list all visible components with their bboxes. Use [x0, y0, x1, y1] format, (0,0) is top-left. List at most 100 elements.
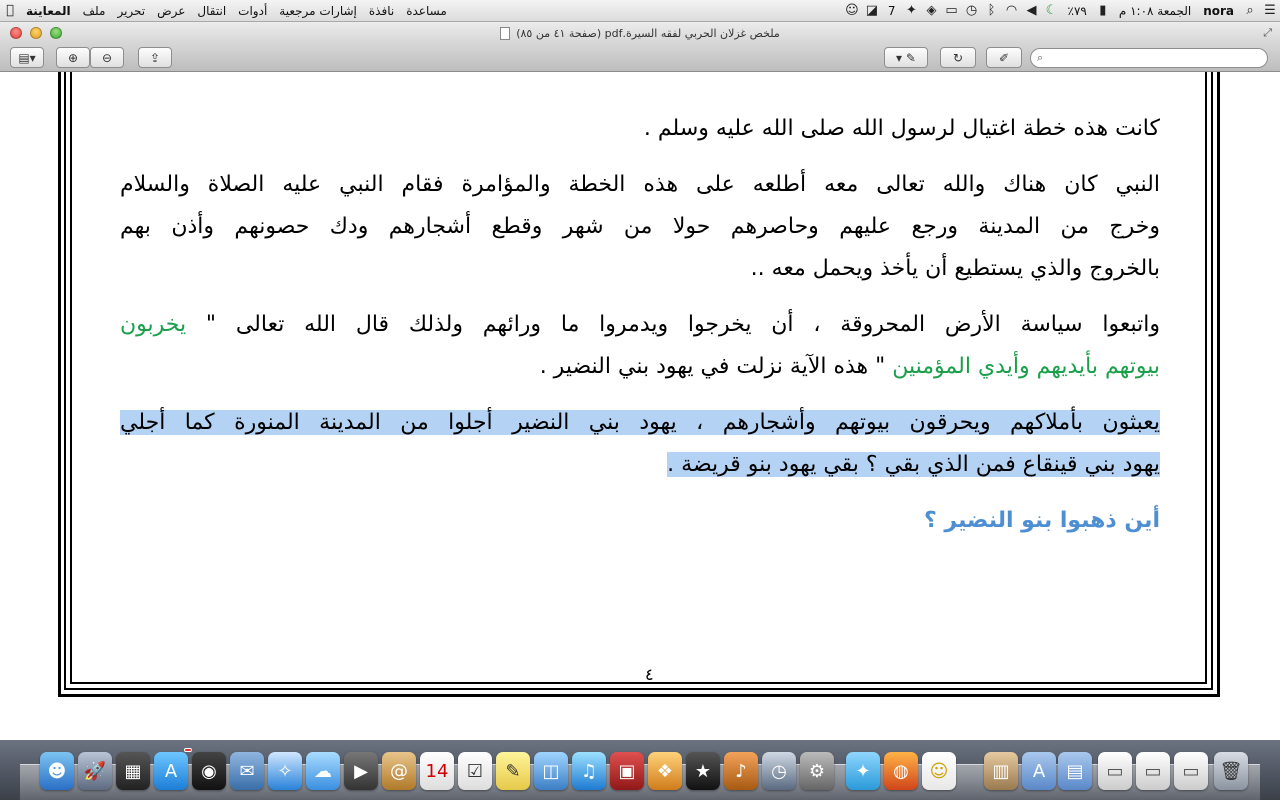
finder-icon[interactable]: ☻: [40, 752, 74, 790]
status-badge-count[interactable]: 7: [882, 4, 902, 18]
calendar-icon[interactable]: 14: [420, 752, 454, 790]
menu-app-name[interactable]: المعاينة: [20, 4, 77, 18]
twitter-status-icon[interactable]: ✦: [901, 0, 921, 22]
text-line: النبي كان هناك والله تعالى معه أطلعه على…: [120, 172, 1160, 197]
close-window-button[interactable]: [10, 27, 22, 39]
text-line-selected: يعبثون بأملاكهم ويحرقون بيوتهم وأشجارهم …: [120, 402, 1160, 444]
photo-booth-icon[interactable]: ▣: [610, 752, 644, 790]
system-preferences-icon[interactable]: ⚙: [800, 752, 834, 790]
frame-bottom-mid: [64, 688, 1213, 690]
moon-status-icon[interactable]: ☾: [1041, 0, 1061, 22]
smiley-status-icon[interactable]: ☺: [842, 0, 862, 22]
app-store-icon[interactable]: A: [154, 748, 192, 790]
notification-center-icon[interactable]: ☰: [1260, 0, 1280, 22]
trash-icon[interactable]: 🗑: [1214, 752, 1248, 790]
dashboard-icon[interactable]: ▦: [116, 752, 150, 790]
edit-toolbar-icon: ✐: [998, 50, 1010, 65]
rotate-icon: ↻: [952, 50, 964, 65]
frame-bottom-outer: [58, 694, 1220, 697]
apple-menu-icon[interactable]: : [0, 0, 20, 22]
contacts-icon[interactable]: @: [382, 752, 416, 790]
preview-icon[interactable]: ◫: [534, 752, 568, 790]
downloads-stack-icon[interactable]: ▥: [984, 752, 1018, 790]
pdf-page: كانت هذه خطة اغتيال لرسول الله صلى الله …: [0, 72, 1280, 740]
battery-percentage[interactable]: ٧٩٪: [1061, 4, 1092, 18]
text-line: بالخروج والذي يستطيع أن يأخذ ويحمل معه .…: [750, 256, 1160, 281]
bluetooth-icon[interactable]: ᛒ: [981, 0, 1001, 22]
battery-icon[interactable]: ▮: [1093, 0, 1113, 22]
toolbar: ▤▾ ⊕ ⊖ ⇪ ▾ ✎ ↻ ✐ ⌕: [0, 44, 1280, 72]
text-segment: " هذه الآية نزلت في يهود بني النضير .: [539, 354, 893, 379]
zoom-window-button[interactable]: [50, 27, 62, 39]
safari-icon[interactable]: ✧: [268, 752, 302, 790]
app-store-badge: [184, 748, 192, 752]
document-proxy-icon[interactable]: [500, 26, 511, 40]
menu-view[interactable]: عرض: [151, 4, 191, 18]
rotate-button[interactable]: ↻: [940, 47, 976, 68]
app-status-icon[interactable]: ◪: [862, 0, 882, 22]
launchpad-icon[interactable]: 🚀: [78, 752, 112, 790]
frame-right-outer: [1217, 72, 1220, 697]
documents-folder-icon[interactable]: ▤: [1058, 752, 1092, 790]
messages-icon[interactable]: ☁: [306, 752, 340, 790]
garageband-icon[interactable]: ♪: [724, 752, 758, 790]
user-name[interactable]: nora: [1197, 4, 1240, 18]
notes-icon[interactable]: ✎: [496, 752, 530, 790]
edit-toolbar-button[interactable]: ✐: [986, 47, 1022, 68]
menu-window[interactable]: نافذة: [363, 4, 400, 18]
text-segment: واتبعوا سياسة الأرض المحروقة ، أن يخرجوا…: [186, 312, 1160, 337]
spotlight-search-icon[interactable]: ⌕: [1240, 0, 1260, 22]
fullscreen-icon[interactable]: ⤢: [1263, 26, 1272, 40]
share-button[interactable]: ⇪: [138, 47, 172, 68]
window-titlebar[interactable]: ملخص غزلان الحربي لفقه السيرة.pdf (صفحة …: [0, 22, 1280, 44]
firefox-icon[interactable]: ◍: [884, 752, 918, 790]
emoji-app-icon[interactable]: ☺: [922, 752, 956, 790]
zoom-in-icon: ⊕: [67, 50, 79, 65]
volume-icon[interactable]: ◀: [1021, 0, 1041, 22]
paragraph-1: كانت هذه خطة اغتيال لرسول الله صلى الله …: [120, 108, 1160, 150]
twitter-icon[interactable]: ✦: [846, 752, 880, 790]
annotate-menu-button[interactable]: ▾ ✎: [884, 47, 928, 68]
paragraph-2: النبي كان هناك والله تعالى معه أطلعه على…: [120, 164, 1160, 290]
menu-tools[interactable]: أدوات: [232, 4, 273, 18]
menu-help[interactable]: مساعدة: [400, 4, 453, 18]
paragraph-3: واتبعوا سياسة الأرض المحروقة ، أن يخرجوا…: [120, 304, 1160, 388]
page-number: ٤: [645, 665, 654, 684]
clock[interactable]: الجمعة ١:٠٨ م: [1113, 4, 1197, 18]
time-machine-icon[interactable]: ◷: [961, 0, 981, 22]
menu-go[interactable]: انتقال: [191, 4, 232, 18]
mail-icon[interactable]: ✉: [230, 752, 264, 790]
facetime-icon[interactable]: ▶: [344, 752, 378, 790]
ruler-status-icon[interactable]: ▭: [941, 0, 961, 22]
menu-edit[interactable]: تحرير: [111, 4, 151, 18]
quran-verse-text: بيوتهم بأيديهم وأيدي المؤمنين: [892, 354, 1160, 379]
dropbox-status-icon[interactable]: ◈: [921, 0, 941, 22]
itunes-icon[interactable]: ♫: [572, 752, 606, 790]
frame-left-outer: [58, 72, 61, 697]
time-machine-dock-icon[interactable]: ◷: [762, 752, 796, 790]
zoom-in-button[interactable]: ⊕: [56, 47, 90, 68]
text-line: كانت هذه خطة اغتيال لرسول الله صلى الله …: [643, 116, 1160, 141]
document-view[interactable]: كانت هذه خطة اغتيال لرسول الله صلى الله …: [0, 72, 1280, 740]
text-line-selected: يهود بني قينقاع فمن الذي بقي ؟ بقي يهود …: [120, 444, 1160, 486]
menu-file[interactable]: ملف: [77, 4, 112, 18]
frame-right-inner: [1205, 72, 1207, 684]
iphoto-icon[interactable]: ❖: [648, 752, 682, 790]
screenshot-stack-icon[interactable]: ▭: [1098, 752, 1132, 790]
mission-control-icon[interactable]: ◉: [192, 752, 226, 790]
search-field[interactable]: ⌕: [1030, 48, 1268, 68]
paragraph-4-selected: يعبثون بأملاكهم ويحرقون بيوتهم وأشجارهم …: [120, 402, 1160, 486]
menu-bookmarks[interactable]: إشارات مرجعية: [273, 4, 363, 18]
sidebar-view-button[interactable]: ▤▾: [10, 47, 44, 68]
zoom-out-button[interactable]: ⊖: [90, 47, 124, 68]
page-text[interactable]: كانت هذه خطة اغتيال لرسول الله صلى الله …: [120, 108, 1160, 556]
dock: ☻ 🚀 ▦ A ◉ ✉ ✧ ☁ ▶ @ 14 ☑ ✎ ◫ ♫ ▣ ❖ ★ ♪ ◷…: [0, 740, 1280, 800]
minimize-window-button[interactable]: [30, 27, 42, 39]
imovie-icon[interactable]: ★: [686, 752, 720, 790]
minimized-window-icon[interactable]: ▭: [1174, 752, 1208, 790]
search-input[interactable]: [1047, 52, 1248, 64]
applications-folder-icon[interactable]: A: [1022, 752, 1056, 790]
recent-window-icon[interactable]: ▭: [1136, 752, 1170, 790]
wifi-icon[interactable]: ◠: [1001, 0, 1021, 22]
reminders-icon[interactable]: ☑: [458, 752, 492, 790]
